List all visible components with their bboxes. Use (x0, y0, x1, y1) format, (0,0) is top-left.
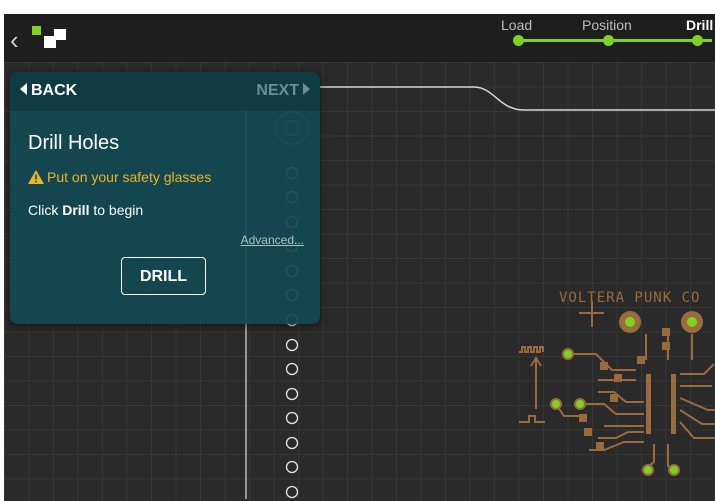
connector-line (314, 86, 715, 111)
instruction-suffix: to begin (89, 202, 144, 218)
instruction-text: Click Drill to begin (28, 202, 143, 218)
next-label: NEXT (256, 82, 299, 99)
back-arrow-icon (20, 83, 27, 95)
advanced-link[interactable]: Advanced... (241, 233, 304, 247)
safety-warning: Put on your safety glasses (28, 169, 211, 185)
app-window: ‹ Load Position Drill VOLTERA PUNK CO BA… (4, 14, 715, 501)
pcb-large-pads (619, 311, 703, 333)
panel-header: BACK NEXT (10, 72, 320, 111)
next-arrow-icon (303, 83, 310, 95)
panel-title: Drill Holes (28, 132, 120, 154)
drill-button[interactable]: DRILL (121, 257, 206, 295)
warning-icon (28, 170, 44, 184)
instruction-prefix: Click (28, 202, 63, 218)
back-label: BACK (31, 82, 78, 99)
back-button[interactable]: BACK (20, 82, 77, 100)
warning-text: Put on your safety glasses (47, 169, 212, 185)
board-silkscreen-text: VOLTERA PUNK CO (559, 290, 701, 306)
drill-panel: BACK NEXT Drill Holes Put on your safety… (10, 72, 320, 324)
next-button[interactable]: NEXT (256, 82, 310, 100)
instruction-bold: Drill (62, 202, 90, 218)
